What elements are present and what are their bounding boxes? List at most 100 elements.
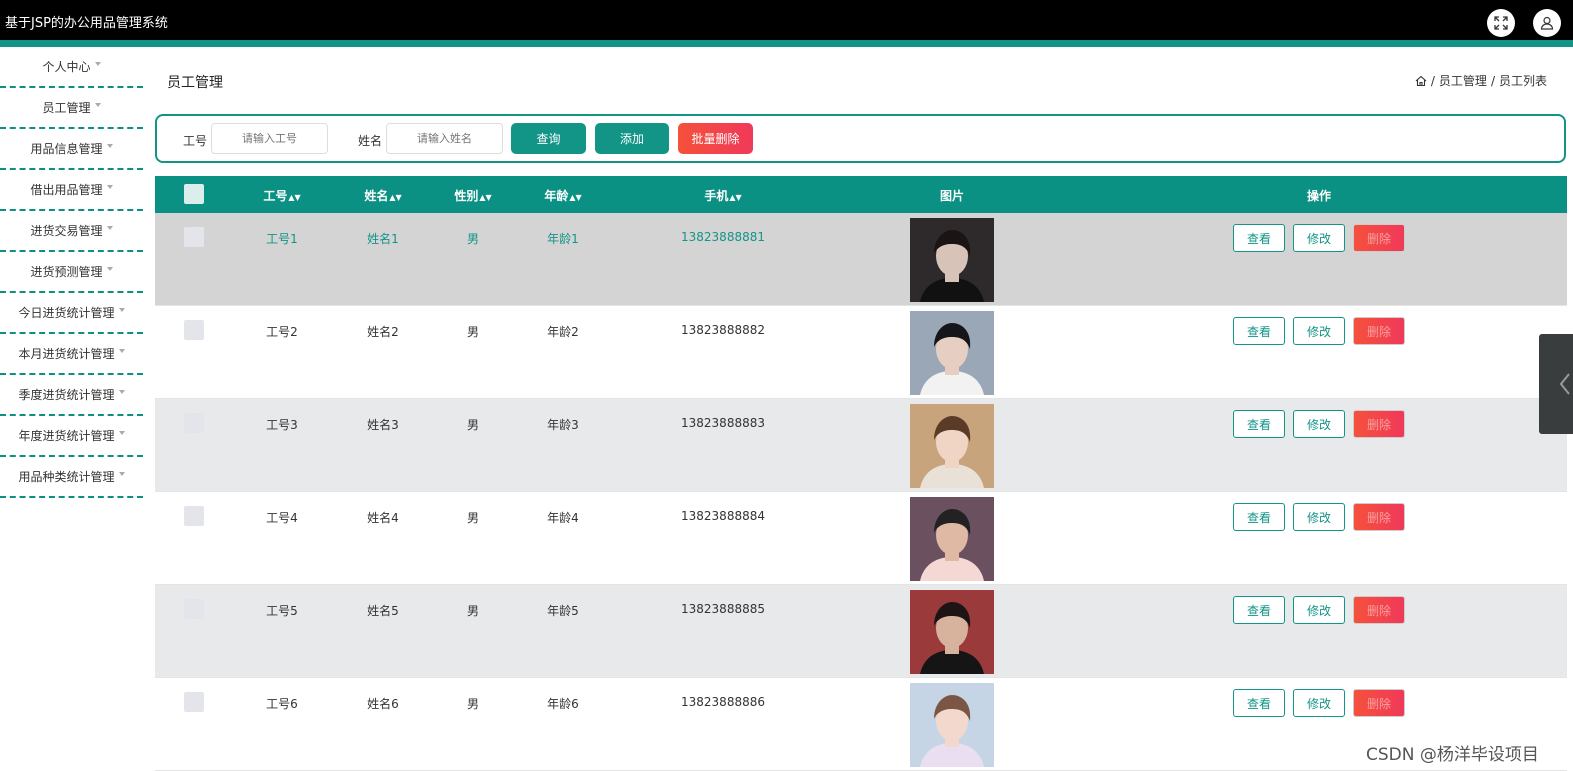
cell-name: 姓名3: [367, 418, 399, 432]
table-row[interactable]: 工号6 姓名6 男 年龄6 13823888886 查看 修改 删除: [155, 678, 1567, 771]
view-button[interactable]: 查看: [1233, 596, 1285, 624]
id-label: 工号: [183, 134, 208, 148]
cell-id: 工号3: [266, 418, 298, 432]
sort-icon: ▲▼: [479, 193, 492, 202]
sidebar-item[interactable]: 用品信息管理: [0, 129, 143, 170]
sidebar-item[interactable]: 用品种类统计管理: [0, 457, 143, 498]
row-checkbox[interactable]: [184, 599, 204, 619]
caret-down-icon: [94, 61, 101, 66]
user-button[interactable]: [1533, 9, 1561, 37]
row-checkbox[interactable]: [184, 320, 204, 340]
breadcrumb-level2: 员工列表: [1498, 74, 1547, 88]
table-row[interactable]: 工号4 姓名4 男 年龄4 13823888884 查看 修改 删除: [155, 492, 1567, 585]
caret-down-icon: [118, 430, 125, 435]
row-checkbox[interactable]: [184, 506, 204, 526]
row-checkbox[interactable]: [184, 413, 204, 433]
view-button[interactable]: 查看: [1233, 503, 1285, 531]
cell-name: 姓名5: [367, 604, 399, 618]
cell-name: 姓名2: [367, 325, 399, 339]
sidebar-item-label: 用品信息管理: [30, 142, 103, 156]
sidebar-item[interactable]: 进货交易管理: [0, 211, 143, 252]
collapse-handle[interactable]: [1539, 334, 1573, 434]
delete-button[interactable]: 删除: [1353, 317, 1405, 345]
sort-icon: ▲▼: [389, 193, 402, 202]
fullscreen-button[interactable]: [1487, 9, 1515, 37]
sidebar-item[interactable]: 员工管理: [0, 88, 143, 129]
sort-icon: ▲▼: [729, 193, 742, 202]
breadcrumb-level1[interactable]: 员工管理: [1439, 72, 1487, 89]
edit-button[interactable]: 修改: [1293, 596, 1345, 624]
watermark: CSDN @杨洋毕设项目: [1366, 745, 1539, 765]
table-row[interactable]: 工号5 姓名5 男 年龄5 13823888885 查看 修改 删除: [155, 585, 1567, 678]
view-button[interactable]: 查看: [1233, 410, 1285, 438]
delete-button[interactable]: 删除: [1353, 503, 1405, 531]
col-age[interactable]: 年龄▲▼: [544, 187, 581, 204]
breadcrumb: / 员工管理 / 员工列表: [1415, 72, 1547, 89]
select-all-checkbox[interactable]: [184, 184, 204, 204]
cell-id: 工号5: [266, 604, 298, 618]
sidebar-item-label: 进货预测管理: [30, 265, 103, 279]
edit-button[interactable]: 修改: [1293, 410, 1345, 438]
add-button[interactable]: 添加: [595, 123, 669, 154]
cell-gender: 男: [466, 232, 480, 246]
view-button[interactable]: 查看: [1233, 224, 1285, 252]
sidebar-item[interactable]: 个人中心: [0, 47, 143, 88]
cell-age: 年龄5: [547, 604, 579, 618]
col-gender[interactable]: 性别▲▼: [454, 187, 491, 204]
sort-icon: ▲▼: [569, 193, 582, 202]
employee-photo: [910, 311, 994, 395]
edit-button[interactable]: 修改: [1293, 317, 1345, 345]
edit-button[interactable]: 修改: [1293, 224, 1345, 252]
sidebar-item[interactable]: 年度进货统计管理: [0, 416, 143, 457]
main-content: 员工管理 / 员工管理 / 员工列表 工号 姓名 查询 添加 批量删除 工号▲▼…: [155, 47, 1567, 771]
delete-button[interactable]: 删除: [1353, 689, 1405, 717]
row-checkbox[interactable]: [184, 227, 204, 247]
cell-phone: 13823888882: [681, 323, 765, 337]
caret-down-icon: [106, 225, 113, 230]
cell-name: 姓名1: [367, 232, 399, 246]
view-button[interactable]: 查看: [1233, 689, 1285, 717]
employee-photo: [910, 590, 994, 674]
caret-down-icon: [118, 348, 125, 353]
sidebar-item-label: 今日进货统计管理: [18, 306, 115, 320]
chevron-left-icon: [1559, 373, 1570, 395]
cell-phone: 13823888884: [681, 509, 765, 523]
sidebar-item[interactable]: 进货预测管理: [0, 252, 143, 293]
col-name[interactable]: 姓名▲▼: [364, 187, 401, 204]
sidebar: 个人中心员工管理用品信息管理 借出用品管理进货交易管理进货预测管理 今日进货统计管理…: [0, 47, 143, 771]
table-row[interactable]: 工号1 姓名1 男 年龄1 13823888881 查看 修改 删除: [155, 213, 1567, 306]
home-icon[interactable]: [1415, 75, 1427, 87]
name-search-input[interactable]: [386, 123, 503, 154]
cell-id: 工号2: [266, 325, 298, 339]
query-button[interactable]: 查询: [511, 123, 586, 154]
cell-age: 年龄4: [547, 511, 579, 525]
caret-down-icon: [118, 389, 125, 394]
delete-button[interactable]: 删除: [1353, 410, 1405, 438]
edit-button[interactable]: 修改: [1293, 503, 1345, 531]
sidebar-item[interactable]: 借出用品管理: [0, 170, 143, 211]
name-label: 姓名: [358, 134, 383, 148]
top-bar: 基于JSP的办公用品管理系统: [0, 0, 1573, 40]
header-stripe: [0, 40, 1573, 47]
table-row[interactable]: 工号2 姓名2 男 年龄2 13823888882 查看 修改 删除: [155, 306, 1567, 399]
cell-id: 工号4: [266, 511, 298, 525]
id-search-input[interactable]: [211, 123, 328, 154]
sidebar-item[interactable]: 本月进货统计管理: [0, 334, 143, 375]
row-checkbox[interactable]: [184, 692, 204, 712]
table-row[interactable]: 工号3 姓名3 男 年龄3 13823888883 查看 修改 删除: [155, 399, 1567, 492]
view-button[interactable]: 查看: [1233, 317, 1285, 345]
sidebar-item[interactable]: 季度进货统计管理: [0, 375, 143, 416]
sidebar-item[interactable]: 今日进货统计管理: [0, 293, 143, 334]
delete-button[interactable]: 删除: [1353, 224, 1405, 252]
delete-button[interactable]: 删除: [1353, 596, 1405, 624]
cell-phone: 13823888881: [681, 230, 765, 244]
sidebar-item-label: 借出用品管理: [30, 183, 103, 197]
cell-phone: 13823888886: [681, 695, 765, 709]
col-phone[interactable]: 手机▲▼: [704, 187, 741, 204]
col-id[interactable]: 工号▲▼: [263, 187, 300, 204]
edit-button[interactable]: 修改: [1293, 689, 1345, 717]
cell-gender: 男: [466, 511, 480, 525]
batch-delete-button[interactable]: 批量删除: [678, 123, 753, 154]
sidebar-item-label: 个人中心: [42, 60, 91, 74]
sort-icon: ▲▼: [288, 193, 301, 202]
